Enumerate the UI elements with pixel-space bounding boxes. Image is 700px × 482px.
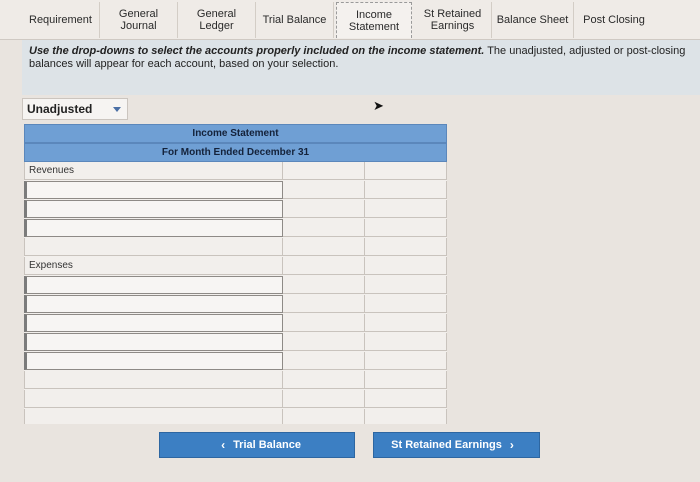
table-row xyxy=(24,333,447,351)
total-cell xyxy=(365,162,447,180)
tab-st-retained-earnings[interactable]: St Retained Earnings xyxy=(414,2,492,38)
tab-bar: Requirement General Journal General Ledg… xyxy=(0,0,700,40)
total-expenses-cell xyxy=(24,371,283,389)
total-revenues-cell xyxy=(24,238,283,256)
total-cell xyxy=(365,295,447,313)
expense-account-select[interactable] xyxy=(24,276,283,294)
amount-cell[interactable] xyxy=(283,314,365,332)
amount-cell[interactable] xyxy=(283,295,365,313)
tab-label: Post Closing xyxy=(583,14,645,26)
amount-cell xyxy=(283,390,365,408)
revenue-account-select[interactable] xyxy=(24,200,283,218)
income-statement-table: Income Statement For Month Ended Decembe… xyxy=(24,124,447,424)
expenses-label: Expenses xyxy=(29,260,73,271)
prev-button-label: Trial Balance xyxy=(233,439,301,451)
mouse-pointer-icon: ➤ xyxy=(373,98,384,113)
amount-cell xyxy=(283,257,365,275)
total-cell xyxy=(365,276,447,294)
statement-title: Income Statement xyxy=(24,124,447,143)
statement-period: For Month Ended December 31 xyxy=(24,143,447,162)
expense-account-select[interactable] xyxy=(24,295,283,313)
amount-cell[interactable] xyxy=(283,352,365,370)
blank-cell xyxy=(24,409,283,424)
chevron-down-icon xyxy=(113,107,121,112)
revenues-label-cell: Revenues xyxy=(24,162,283,180)
total-cell[interactable] xyxy=(365,371,447,389)
tab-post-closing[interactable]: Post Closing xyxy=(574,2,654,38)
total-cell xyxy=(365,333,447,351)
prev-trial-balance-button[interactable]: ‹ Trial Balance xyxy=(159,432,355,458)
tab-general-ledger[interactable]: General Ledger xyxy=(178,2,256,38)
table-row xyxy=(24,276,447,294)
total-cell xyxy=(365,409,447,424)
tab-label: Income Statement xyxy=(348,8,400,33)
table-row xyxy=(24,314,447,332)
tab-general-journal[interactable]: General Journal xyxy=(100,2,178,38)
table-row xyxy=(24,219,447,237)
total-cell xyxy=(365,181,447,199)
table-row xyxy=(24,181,447,199)
next-st-retained-earnings-button[interactable]: St Retained Earnings › xyxy=(373,432,540,458)
tab-balance-sheet[interactable]: Balance Sheet xyxy=(492,2,574,38)
next-button-label: St Retained Earnings xyxy=(391,439,502,451)
amount-cell xyxy=(283,238,365,256)
tab-income-statement[interactable]: Income Statement xyxy=(336,2,412,38)
expense-account-select[interactable] xyxy=(24,352,283,370)
total-cell xyxy=(365,352,447,370)
amount-cell xyxy=(283,162,365,180)
table-row: Expenses xyxy=(24,257,447,275)
instruction-panel: Use the drop-downs to select the account… xyxy=(22,40,700,95)
revenue-account-select[interactable] xyxy=(24,219,283,237)
amount-cell[interactable] xyxy=(283,181,365,199)
amount-cell[interactable] xyxy=(283,219,365,237)
total-cell[interactable] xyxy=(365,390,447,408)
expense-account-select[interactable] xyxy=(24,333,283,351)
revenues-label: Revenues xyxy=(29,165,75,176)
table-row xyxy=(24,409,447,427)
tab-label: General Journal xyxy=(118,8,159,32)
table-row xyxy=(24,200,447,218)
tab-label: Requirement xyxy=(29,14,92,26)
table-row xyxy=(24,295,447,313)
table-row xyxy=(24,390,447,408)
table-row xyxy=(24,352,447,370)
chevron-right-icon: › xyxy=(509,438,514,452)
total-cell xyxy=(365,314,447,332)
net-income-cell xyxy=(24,390,283,408)
total-cell xyxy=(365,257,447,275)
tab-trial-balance[interactable]: Trial Balance xyxy=(256,2,334,38)
instruction-bold: Use the drop-downs to select the account… xyxy=(29,45,485,57)
dropdown-value: Unadjusted xyxy=(27,102,93,116)
amount-cell[interactable] xyxy=(283,333,365,351)
amount-cell xyxy=(283,371,365,389)
tab-label: Balance Sheet xyxy=(496,14,569,26)
amount-cell[interactable] xyxy=(283,200,365,218)
table-row: Revenues xyxy=(24,162,447,180)
expenses-label-cell: Expenses xyxy=(24,257,283,275)
total-cell xyxy=(365,219,447,237)
balance-type-dropdown[interactable]: Unadjusted xyxy=(22,98,128,120)
amount-cell xyxy=(283,409,365,424)
tab-label: Trial Balance xyxy=(262,14,327,26)
expense-account-select[interactable] xyxy=(24,314,283,332)
tab-requirement[interactable]: Requirement xyxy=(22,2,100,38)
amount-cell[interactable] xyxy=(283,276,365,294)
table-row xyxy=(24,371,447,389)
total-cell xyxy=(365,200,447,218)
tab-label: St Retained Earnings xyxy=(423,8,482,32)
tab-label: General Ledger xyxy=(196,8,237,32)
revenue-account-select[interactable] xyxy=(24,181,283,199)
total-cell[interactable] xyxy=(365,238,447,256)
chevron-left-icon: ‹ xyxy=(221,438,226,452)
table-row xyxy=(24,238,447,256)
